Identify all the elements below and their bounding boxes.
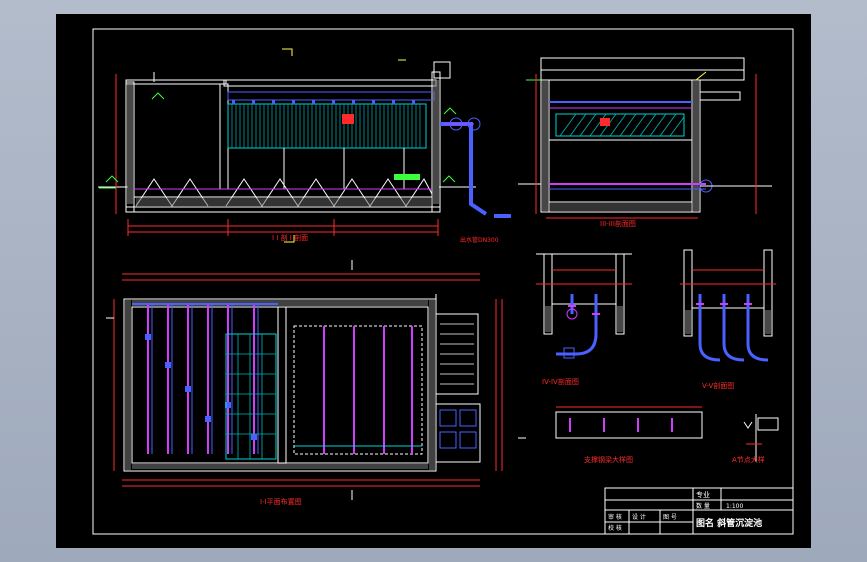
section-5-view bbox=[680, 249, 776, 362]
green-weir-block bbox=[394, 174, 420, 180]
caption-section-3: III-III剖面图 bbox=[600, 219, 636, 228]
title-left-label-3: 设 计 bbox=[632, 513, 646, 521]
caption-section-5: V-V剖面图 bbox=[702, 381, 734, 390]
drawing-frame bbox=[92, 28, 794, 535]
detail-a-view bbox=[555, 406, 703, 439]
title-count-label: 数 量 bbox=[696, 502, 710, 510]
section-3-view bbox=[518, 57, 772, 219]
tube-label-marker bbox=[342, 114, 354, 124]
caption-detail-b: A节点大样 bbox=[732, 455, 765, 464]
cad-drawing: I I 剖 I 剖面 出水管DN300 III-III剖面图 I-I平面布置图 … bbox=[92, 28, 794, 535]
drawing-sheet: I I 剖 I 剖面 出水管DN300 III-III剖面图 I-I平面布置图 … bbox=[56, 14, 811, 548]
title-left-label-1: 审 核 bbox=[608, 513, 622, 521]
title-grid-label: 图 号 bbox=[663, 514, 677, 521]
section-1-view bbox=[98, 48, 511, 243]
caption-section-4: IV-IV剖面图 bbox=[542, 377, 579, 386]
title-scale-marks: 1:100 bbox=[726, 503, 743, 510]
section-4-view bbox=[536, 253, 632, 359]
caption-plan: I-I平面布置图 bbox=[260, 497, 302, 506]
cad-viewport[interactable]: I I 剖 I 剖面 出水管DN300 III-III剖面图 I-I平面布置图 … bbox=[0, 0, 867, 562]
title-main: 图名 斜管沉淀池 bbox=[696, 517, 762, 529]
caption-detail-a: 支撑钢梁大样图 bbox=[584, 455, 633, 464]
caption-section-1: I I 剖 I 剖面 bbox=[272, 233, 308, 242]
pipe-note: 出水管DN300 bbox=[460, 236, 499, 244]
title-designer-label: 专业 bbox=[696, 490, 710, 499]
detail-b-view bbox=[743, 414, 779, 462]
title-left-label-2: 校 核 bbox=[608, 524, 622, 532]
plan-view bbox=[106, 260, 526, 500]
